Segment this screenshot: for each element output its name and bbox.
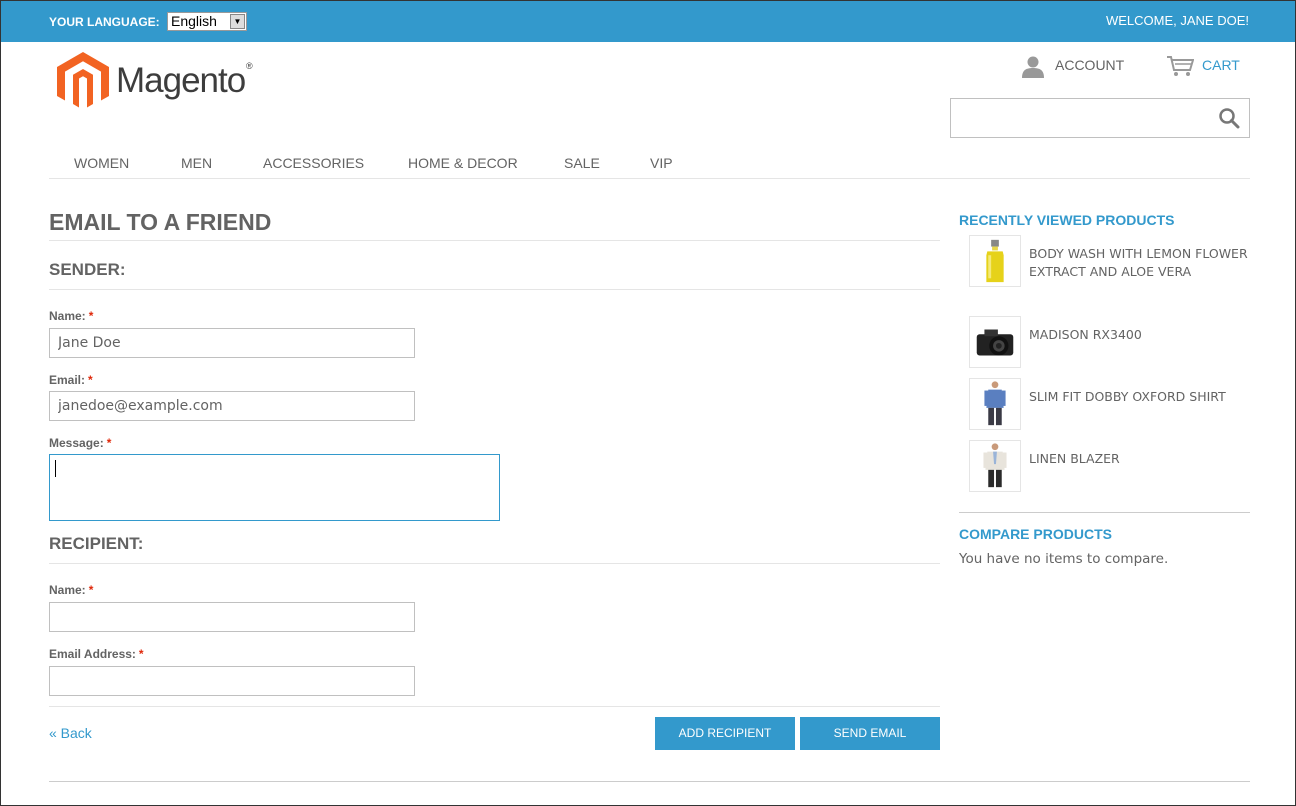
product-name-madison-rx3400[interactable]: MADISON RX3400 (1029, 326, 1249, 344)
cart-icon (1167, 56, 1194, 76)
logo-wordmark: Magento (116, 61, 246, 100)
recipient-divider (49, 563, 940, 564)
bottle-icon (986, 239, 1004, 283)
sender-email-label-text: Email: (49, 373, 86, 387)
sender-name-input[interactable] (49, 328, 415, 358)
recipient-email-label-text: Email Address: (49, 647, 136, 661)
sender-divider (49, 289, 940, 290)
sender-name-label-text: Name: (49, 309, 86, 323)
product-name-body-wash[interactable]: BODY WASH WITH LEMON FLOWER EXTRACT AND … (1029, 245, 1249, 281)
top-bar: YOUR LANGUAGE: English ▼ WELCOME, JANE D… (1, 1, 1295, 42)
sidebar-divider (959, 512, 1250, 513)
compare-empty-message: You have no items to compare. (959, 551, 1169, 567)
magento-logo[interactable]: Magento ® (57, 51, 267, 113)
language-select-value: English (171, 13, 217, 29)
magento-logo-icon (57, 52, 109, 108)
chevron-down-icon[interactable]: ▼ (230, 14, 245, 29)
required-mark: * (138, 647, 144, 661)
required-mark: * (88, 583, 94, 597)
back-link[interactable]: « Back (49, 725, 92, 741)
user-icon (1022, 56, 1044, 78)
cart-label: CART (1202, 57, 1240, 73)
search-input[interactable] (950, 98, 1250, 138)
sender-name-label: Name: * (49, 309, 93, 323)
recipient-name-label: Name: * (49, 583, 93, 597)
recently-viewed-title: RECENTLY VIEWED PRODUCTS (959, 212, 1175, 228)
page-title: EMAIL TO A FRIEND (49, 209, 272, 235)
nav-item-sale[interactable]: SALE (564, 155, 600, 171)
add-recipient-button[interactable]: ADD RECIPIENT (655, 717, 795, 750)
blazer-model-image[interactable] (969, 440, 1021, 492)
account-label: ACCOUNT (1055, 57, 1125, 73)
send-email-button[interactable]: SEND EMAIL (800, 717, 940, 750)
compare-products-title: COMPARE PRODUCTS (959, 526, 1112, 542)
search-icon[interactable] (1218, 107, 1240, 129)
recipient-name-label-text: Name: (49, 583, 86, 597)
required-mark: * (88, 373, 93, 387)
text-caret (55, 460, 56, 477)
sender-email-label: Email: * (49, 373, 93, 387)
required-mark: * (106, 436, 112, 450)
nav-item-vip[interactable]: VIP (650, 155, 673, 171)
buttons-divider (49, 706, 940, 707)
product-name-linen-blazer[interactable]: LINEN BLAZER (1029, 450, 1249, 468)
shirt-model-icon (984, 381, 1006, 426)
product-name-oxford-shirt[interactable]: SLIM FIT DOBBY OXFORD SHIRT (1029, 388, 1249, 406)
message-textarea[interactable] (49, 454, 500, 521)
recipient-name-input[interactable] (49, 602, 415, 632)
bottle-image[interactable] (969, 235, 1021, 287)
blazer-model-icon (983, 443, 1007, 488)
logo-registered-mark: ® (246, 61, 253, 71)
nav-item-women[interactable]: WOMEN (74, 155, 129, 171)
main-navigation: WOMEN MEN ACCESSORIES HOME & DECOR SALE … (49, 153, 1250, 179)
footer-divider (49, 781, 1250, 782)
nav-item-home-decor[interactable]: HOME & DECOR (408, 155, 518, 171)
language-select[interactable]: English ▼ (167, 12, 247, 31)
recipient-email-input[interactable] (49, 666, 415, 696)
nav-item-men[interactable]: MEN (181, 155, 212, 171)
recipient-email-label: Email Address: * (49, 647, 144, 661)
title-divider (49, 240, 940, 241)
required-mark: * (88, 309, 94, 323)
message-label: Message: * (49, 436, 111, 450)
camera-icon (976, 329, 1014, 356)
sender-email-input[interactable] (49, 391, 415, 421)
camera-image[interactable] (969, 316, 1021, 368)
nav-item-accessories[interactable]: ACCESSORIES (263, 155, 364, 171)
sender-section-title: SENDER: (49, 260, 126, 279)
recipient-section-title: RECIPIENT: (49, 534, 144, 553)
language-label: YOUR LANGUAGE: (49, 15, 160, 29)
shirt-model-image[interactable] (969, 378, 1021, 430)
message-label-text: Message: (49, 436, 104, 450)
welcome-message: WELCOME, JANE DOE! (1105, 13, 1249, 28)
